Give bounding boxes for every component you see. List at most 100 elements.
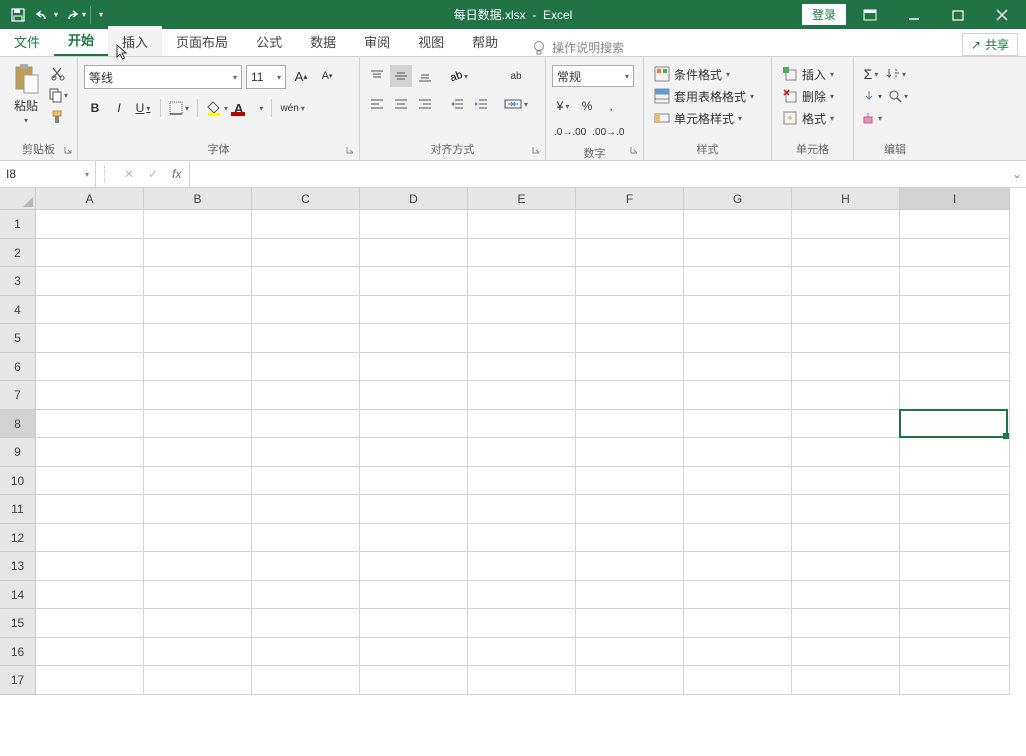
cell[interactable] [144,239,252,268]
cell[interactable] [252,296,360,325]
cell[interactable] [468,381,576,410]
cancel-icon[interactable]: ✕ [124,167,134,181]
format-cells-button[interactable]: 格式 [778,107,838,129]
cell[interactable] [36,267,144,296]
column-header[interactable]: H [792,188,900,210]
cell-styles-button[interactable]: 单元格样式 [650,107,746,129]
cell[interactable] [468,524,576,553]
cell[interactable] [360,638,468,667]
cell[interactable] [684,210,792,239]
select-all-corner[interactable] [0,188,36,210]
number-format-selector[interactable]: 常规▾ [552,65,634,87]
copy-icon[interactable]: ▾ [48,85,68,105]
cell[interactable] [360,467,468,496]
row-headers[interactable]: 1234567891011121314151617 [0,210,36,695]
cell[interactable] [360,495,468,524]
row-header[interactable]: 9 [0,438,36,467]
cell[interactable] [900,467,1010,496]
cell[interactable] [576,666,684,695]
percent-button[interactable]: % [576,95,598,117]
cell[interactable] [468,410,576,439]
tell-me-search[interactable]: 操作说明搜索 [532,39,624,56]
cell[interactable] [684,239,792,268]
cell[interactable] [252,495,360,524]
cell[interactable] [900,381,1010,410]
row-header[interactable]: 11 [0,495,36,524]
cells-area[interactable] [36,210,1010,695]
fx-icon[interactable]: fx [172,167,181,181]
cell[interactable] [900,638,1010,667]
tab-view[interactable]: 视图 [404,26,458,56]
cell[interactable] [792,438,900,467]
cell[interactable] [792,267,900,296]
cell[interactable] [468,239,576,268]
insert-cells-button[interactable]: 插入 [778,63,838,85]
cell[interactable] [36,438,144,467]
row-header[interactable]: 2 [0,239,36,268]
cell[interactable] [900,524,1010,553]
dialog-launcher-icon[interactable] [343,143,357,157]
tab-formulas[interactable]: 公式 [242,26,296,56]
cell[interactable] [144,495,252,524]
cell[interactable] [252,666,360,695]
cell[interactable] [144,609,252,638]
cell[interactable] [792,552,900,581]
find-button[interactable] [886,85,910,107]
cell[interactable] [144,581,252,610]
increase-decimal-icon[interactable]: .0→.00 [552,121,588,143]
row-header[interactable]: 7 [0,381,36,410]
cell[interactable] [684,467,792,496]
cell[interactable] [900,210,1010,239]
enter-icon[interactable]: ✓ [148,167,158,181]
cell[interactable] [252,210,360,239]
cell[interactable] [360,324,468,353]
cell[interactable] [36,638,144,667]
row-header[interactable]: 4 [0,296,36,325]
column-header[interactable]: A [36,188,144,210]
cell[interactable] [468,609,576,638]
cell[interactable] [36,666,144,695]
cell[interactable] [576,267,684,296]
cell[interactable] [792,210,900,239]
cell[interactable] [36,296,144,325]
cell[interactable] [36,353,144,382]
cell[interactable] [792,638,900,667]
cell[interactable] [900,666,1010,695]
cell[interactable] [576,381,684,410]
cell[interactable] [360,239,468,268]
format-painter-icon[interactable] [48,107,68,127]
close-icon[interactable] [982,3,1022,27]
cell[interactable] [468,210,576,239]
dialog-launcher-icon[interactable] [627,143,641,157]
row-header[interactable]: 1 [0,210,36,239]
cell[interactable] [252,552,360,581]
cell[interactable] [576,296,684,325]
cell[interactable] [468,666,576,695]
fill-button[interactable] [860,85,884,107]
cell[interactable] [360,438,468,467]
tab-help[interactable]: 帮助 [458,26,512,56]
cell[interactable] [792,353,900,382]
cell[interactable] [144,438,252,467]
cell[interactable] [144,552,252,581]
align-left-icon[interactable] [366,93,388,115]
cell[interactable] [792,381,900,410]
cell[interactable] [144,324,252,353]
cell[interactable] [792,239,900,268]
cell[interactable] [900,552,1010,581]
cell[interactable] [684,438,792,467]
cell[interactable] [252,353,360,382]
cell[interactable] [792,495,900,524]
cell[interactable] [252,239,360,268]
align-top-icon[interactable] [366,65,388,87]
cell[interactable] [792,524,900,553]
cell[interactable] [252,638,360,667]
cell[interactable] [900,581,1010,610]
cell[interactable] [792,609,900,638]
align-center-icon[interactable] [390,93,412,115]
cell[interactable] [900,296,1010,325]
cell[interactable] [36,581,144,610]
dialog-launcher-icon[interactable] [529,143,543,157]
cell[interactable] [468,267,576,296]
cell[interactable] [576,324,684,353]
